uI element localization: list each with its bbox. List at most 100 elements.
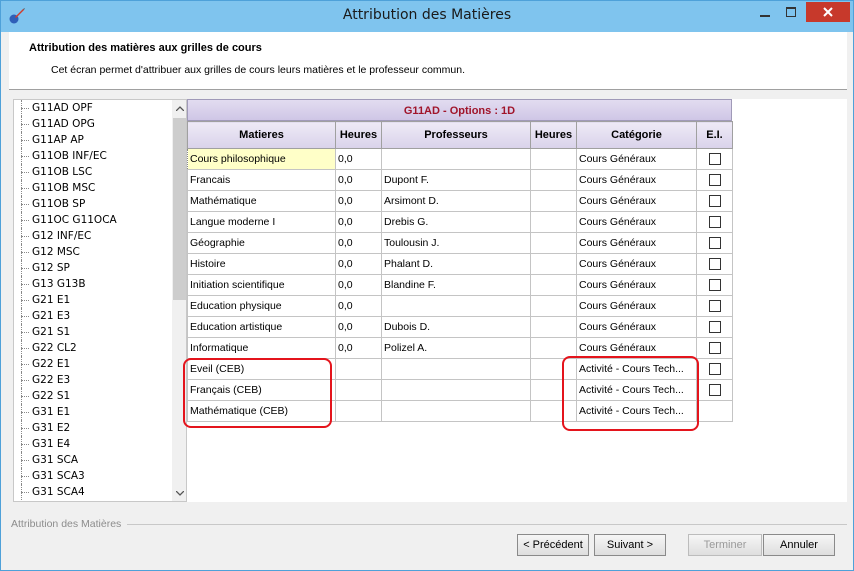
- ei-checkbox[interactable]: [708, 363, 721, 376]
- tree-item[interactable]: G11OB LSC: [14, 164, 172, 180]
- cell-matiere[interactable]: Géographie: [187, 232, 336, 254]
- col-header-professeurs[interactable]: Professeurs: [381, 121, 531, 149]
- cancel-button[interactable]: Annuler: [763, 534, 835, 556]
- tree-item[interactable]: G11OB INF/EC: [14, 148, 172, 164]
- tree-item[interactable]: G21 E1: [14, 292, 172, 308]
- cell-professeur[interactable]: Arsimont D.: [381, 190, 531, 212]
- cell-heures-prof[interactable]: [530, 274, 577, 296]
- cell-heures-prof[interactable]: [530, 253, 577, 275]
- tree-item[interactable]: G11OB MSC: [14, 180, 172, 196]
- cell-professeur[interactable]: Dupont F.: [381, 169, 531, 191]
- table-row[interactable]: Francais 0,0 Dupont F. Cours Généraux: [187, 169, 733, 191]
- tree-item[interactable]: G22 S1: [14, 388, 172, 404]
- col-header-categorie[interactable]: Catégorie: [576, 121, 697, 149]
- tree-item[interactable]: G31 SCA3: [14, 468, 172, 484]
- tree-item[interactable]: G11AP AP: [14, 132, 172, 148]
- tree-item[interactable]: G12 SP: [14, 260, 172, 276]
- cell-heures[interactable]: 0,0: [335, 232, 382, 254]
- cell-matiere[interactable]: Histoire: [187, 253, 336, 275]
- ei-checkbox[interactable]: [708, 258, 721, 271]
- tree-item[interactable]: G31 E1: [14, 404, 172, 420]
- ei-checkbox[interactable]: [708, 300, 721, 313]
- cell-categorie[interactable]: Cours Généraux: [576, 211, 697, 233]
- cell-matiere[interactable]: Langue moderne I: [187, 211, 336, 233]
- table-row[interactable]: Initiation scientifique 0,0 Blandine F. Cou…: [187, 274, 733, 296]
- cell-matiere[interactable]: Mathématique: [187, 190, 336, 212]
- col-header-matieres[interactable]: Matieres: [187, 121, 336, 149]
- table-row[interactable]: Education artistique 0,0 Dubois D. Cours Gé…: [187, 316, 733, 338]
- table-row[interactable]: Géographie 0,0 Toulousin J. Cours Généraux: [187, 232, 733, 254]
- col-header-heures[interactable]: Heures: [335, 121, 382, 149]
- cell-heures-prof[interactable]: [530, 316, 577, 338]
- cell-professeur[interactable]: Drebis G.: [381, 211, 531, 233]
- cell-heures-prof[interactable]: [530, 148, 577, 170]
- cell-categorie[interactable]: Cours Généraux: [576, 232, 697, 254]
- tree-item[interactable]: G11AD OPF: [14, 100, 172, 116]
- tree-item[interactable]: G11AD OPG: [14, 116, 172, 132]
- table-row[interactable]: Histoire 0,0 Phalant D. Cours Généraux: [187, 253, 733, 275]
- cell-heures[interactable]: 0,0: [335, 190, 382, 212]
- cell-heures-prof[interactable]: [530, 169, 577, 191]
- cell-matiere[interactable]: Informatique: [187, 337, 336, 359]
- previous-button[interactable]: < Précédent: [517, 534, 589, 556]
- cell-professeur[interactable]: [381, 358, 531, 380]
- tree-item[interactable]: G22 E3: [14, 372, 172, 388]
- ei-checkbox[interactable]: [708, 342, 721, 355]
- close-button[interactable]: [806, 2, 850, 22]
- ei-checkbox[interactable]: [708, 153, 721, 166]
- ei-checkbox[interactable]: [708, 216, 721, 229]
- cell-heures[interactable]: 0,0: [335, 337, 382, 359]
- cell-matiere[interactable]: Initiation scientifique: [187, 274, 336, 296]
- cell-professeur[interactable]: Dubois D.: [381, 316, 531, 338]
- col-header-ei[interactable]: E.I.: [696, 121, 733, 149]
- tree-item[interactable]: G21 E3: [14, 308, 172, 324]
- cell-categorie[interactable]: Cours Généraux: [576, 316, 697, 338]
- minimize-button[interactable]: [752, 2, 778, 22]
- cell-professeur[interactable]: [381, 379, 531, 401]
- cell-heures[interactable]: [335, 379, 382, 401]
- cell-professeur[interactable]: [381, 148, 531, 170]
- scroll-down-button[interactable]: [172, 485, 186, 501]
- ei-checkbox[interactable]: [708, 174, 721, 187]
- cell-matiere[interactable]: Education artistique: [187, 316, 336, 338]
- cell-categorie[interactable]: Cours Généraux: [576, 169, 697, 191]
- scroll-up-button[interactable]: [172, 100, 186, 116]
- tree-item[interactable]: G21 S1: [14, 324, 172, 340]
- cell-heures[interactable]: 0,0: [335, 295, 382, 317]
- title-bar[interactable]: Attribution des Matières: [1, 1, 853, 32]
- cell-professeur[interactable]: [381, 400, 531, 422]
- cell-heures[interactable]: [335, 400, 382, 422]
- cell-heures-prof[interactable]: [530, 232, 577, 254]
- cell-professeur[interactable]: Blandine F.: [381, 274, 531, 296]
- scroll-thumb[interactable]: [173, 118, 186, 300]
- cell-professeur[interactable]: [381, 295, 531, 317]
- cell-categorie[interactable]: Cours Généraux: [576, 148, 697, 170]
- tree-scrollbar[interactable]: [172, 100, 186, 501]
- cell-heures[interactable]: 0,0: [335, 316, 382, 338]
- cell-categorie[interactable]: Cours Généraux: [576, 253, 697, 275]
- cell-heures[interactable]: 0,0: [335, 148, 382, 170]
- tree-item[interactable]: G31 E4: [14, 436, 172, 452]
- cell-heures-prof[interactable]: [530, 190, 577, 212]
- cell-categorie[interactable]: Cours Généraux: [576, 190, 697, 212]
- tree-item[interactable]: G13 G13B: [14, 276, 172, 292]
- ei-checkbox[interactable]: [708, 195, 721, 208]
- ei-checkbox[interactable]: [708, 384, 721, 397]
- tree-item[interactable]: G22 CL2: [14, 340, 172, 356]
- cell-professeur[interactable]: Toulousin J.: [381, 232, 531, 254]
- cell-matiere[interactable]: Cours philosophique: [187, 148, 336, 170]
- tree-item[interactable]: G22 E1: [14, 356, 172, 372]
- next-button[interactable]: Suivant >: [594, 534, 666, 556]
- cell-matiere[interactable]: Education physique: [187, 295, 336, 317]
- cell-heures-prof[interactable]: [530, 295, 577, 317]
- cell-professeur[interactable]: Polizel A.: [381, 337, 531, 359]
- ei-checkbox[interactable]: [708, 237, 721, 250]
- cell-categorie[interactable]: Cours Généraux: [576, 295, 697, 317]
- grid-tree[interactable]: G11AD OPF G11AD OPG G11AP AP G11OB INF/EC G1…: [13, 99, 187, 502]
- cell-heures[interactable]: [335, 358, 382, 380]
- tree-item[interactable]: G12 MSC: [14, 244, 172, 260]
- finish-button[interactable]: Terminer: [688, 534, 762, 556]
- tree-item[interactable]: G11OB SP: [14, 196, 172, 212]
- table-row[interactable]: Langue moderne I 0,0 Drebis G. Cours Généra…: [187, 211, 733, 233]
- cell-heures[interactable]: 0,0: [335, 253, 382, 275]
